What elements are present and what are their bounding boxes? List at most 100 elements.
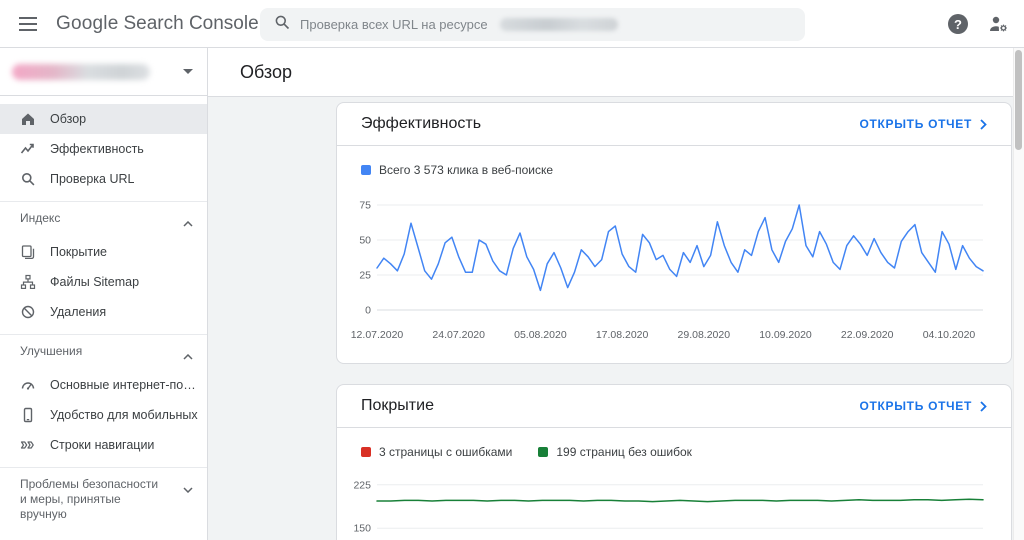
sidebar-item-label: Строки навигации xyxy=(50,438,154,452)
svg-text:29.08.2020: 29.08.2020 xyxy=(678,329,731,341)
sidebar-item-label: Эффективность xyxy=(50,142,144,156)
sitemap-icon xyxy=(20,274,36,290)
svg-text:25: 25 xyxy=(359,270,371,282)
coverage-card-body: 3 страницы с ошибками 199 страниц без оши… xyxy=(337,428,1011,540)
search-placeholder: Проверка всех URL на ресурсе xyxy=(300,17,488,32)
svg-text:04.10.2020: 04.10.2020 xyxy=(923,329,976,341)
web-vitals-icon xyxy=(20,377,36,393)
page-title: Обзор xyxy=(240,62,292,83)
sidebar-item-breadcrumbs[interactable]: Строки навигации xyxy=(0,430,207,460)
mobile-icon xyxy=(20,407,36,423)
performance-chart[interactable]: 0 25 50 75 12.07.2020 24.07.2020 05.08.2020 17.… xyxy=(349,192,987,349)
svg-text:50: 50 xyxy=(359,235,371,247)
search-icon xyxy=(274,14,290,35)
legend-item: 3 страницы с ошибками xyxy=(361,445,512,459)
performance-card-title: Эффективность xyxy=(361,115,481,133)
dropdown-caret-icon xyxy=(183,69,193,74)
url-inspect-icon xyxy=(20,171,36,187)
app-logo[interactable]: Google Search Console xyxy=(56,13,259,35)
topbar: Google Search Console Проверка всех URL … xyxy=(0,0,1024,48)
svg-text:225: 225 xyxy=(353,479,371,491)
coverage-card-title: Покрытие xyxy=(361,397,434,415)
svg-text:0: 0 xyxy=(365,305,371,317)
legend-label: Всего 3 573 клика в веб-поиске xyxy=(379,163,553,177)
sidebar-item-label: Обзор xyxy=(50,112,86,126)
sidebar-item-label: Основные интернет-показ... xyxy=(50,378,200,392)
legend-label: 3 страницы с ошибками xyxy=(379,445,512,459)
settings-account-icon[interactable] xyxy=(986,12,1010,36)
chevron-up-icon xyxy=(183,214,193,232)
legend-swatch xyxy=(361,447,371,457)
sidebar-item-coverage[interactable]: Покрытие xyxy=(0,237,207,267)
logo-product: Search Console xyxy=(123,13,258,35)
svg-text:12.07.2020: 12.07.2020 xyxy=(351,329,404,341)
performance-legend: Всего 3 573 клика в веб-поиске xyxy=(361,162,987,178)
redacted-property-name xyxy=(12,64,150,80)
scrollbar-thumb[interactable] xyxy=(1015,50,1022,150)
sidebar-item-url-inspect[interactable]: Проверка URL xyxy=(0,164,207,194)
help-icon[interactable]: ? xyxy=(948,14,968,34)
chevron-up-icon xyxy=(183,347,193,365)
sidebar-nav: Обзор Эффективность Проверка URL Индекс Покр… xyxy=(0,96,207,527)
performance-icon xyxy=(20,141,36,157)
open-report-label: ОТКРЫТЬ ОТЧЕТ xyxy=(859,399,972,413)
page-header: Обзор xyxy=(208,48,1024,97)
sidebar-item-sitemap[interactable]: Файлы Sitemap xyxy=(0,267,207,297)
sidebar-section-header[interactable]: Улучшения xyxy=(0,334,207,370)
open-report-label: ОТКРЫТЬ ОТЧЕТ xyxy=(859,117,972,131)
home-icon xyxy=(20,111,36,127)
svg-text:150: 150 xyxy=(353,523,371,535)
chevron-down-icon xyxy=(183,480,193,498)
chevron-right-icon xyxy=(980,401,987,412)
coverage-legend: 3 страницы с ошибками 199 страниц без оши… xyxy=(361,444,987,460)
legend-item: 199 страниц без ошибок xyxy=(538,445,692,459)
sidebar-item-web-vitals[interactable]: Основные интернет-показ... xyxy=(0,370,207,400)
svg-text:17.08.2020: 17.08.2020 xyxy=(596,329,649,341)
legend-swatch xyxy=(538,447,548,457)
sidebar-item-label: Файлы Sitemap xyxy=(50,275,139,289)
sidebar: Обзор Эффективность Проверка URL Индекс Покр… xyxy=(0,48,208,540)
chevron-right-icon xyxy=(980,119,987,130)
topbar-actions: ? xyxy=(948,0,1010,48)
legend-item: Всего 3 573 клика в веб-поиске xyxy=(361,163,553,177)
coverage-icon xyxy=(20,244,36,260)
coverage-card: Покрытие ОТКРЫТЬ ОТЧЕТ 3 страницы с ошиб… xyxy=(336,384,1012,540)
property-selector[interactable] xyxy=(0,48,207,96)
coverage-chart[interactable]: 225 150 xyxy=(349,474,987,540)
sidebar-section-label: Проблемы безопасности и меры, принятые в… xyxy=(20,477,158,522)
svg-text:24.07.2020: 24.07.2020 xyxy=(432,329,485,341)
open-report-link-performance[interactable]: ОТКРЫТЬ ОТЧЕТ xyxy=(859,117,987,131)
scrollbar[interactable] xyxy=(1013,48,1024,540)
svg-text:10.09.2020: 10.09.2020 xyxy=(759,329,812,341)
performance-card: Эффективность ОТКРЫТЬ ОТЧЕТ Всего 3 573 … xyxy=(336,102,1012,364)
menu-icon[interactable] xyxy=(16,12,40,36)
performance-card-body: Всего 3 573 клика в веб-поиске 0 25 50 75 12… xyxy=(337,146,1011,363)
url-inspection-search-input[interactable]: Проверка всех URL на ресурсе xyxy=(260,8,805,41)
sidebar-item-label: Проверка URL xyxy=(50,172,134,186)
svg-text:05.08.2020: 05.08.2020 xyxy=(514,329,567,341)
svg-text:75: 75 xyxy=(359,200,371,212)
removals-icon xyxy=(20,304,36,320)
sidebar-item-mobile[interactable]: Удобство для мобильных xyxy=(0,400,207,430)
main-content: Обзор Эффективность ОТКРЫТЬ ОТЧЕТ Всего … xyxy=(208,48,1024,540)
sidebar-item-home[interactable]: Обзор xyxy=(0,104,207,134)
sidebar-section-label: Улучшения xyxy=(20,344,82,359)
sidebar-item-performance[interactable]: Эффективность xyxy=(0,134,207,164)
redacted-property-url xyxy=(500,18,618,31)
coverage-card-header: Покрытие ОТКРЫТЬ ОТЧЕТ xyxy=(337,385,1011,428)
sidebar-section-label: Индекс xyxy=(20,211,60,226)
open-report-link-coverage[interactable]: ОТКРЫТЬ ОТЧЕТ xyxy=(859,399,987,413)
sidebar-item-removals[interactable]: Удаления xyxy=(0,297,207,327)
sidebar-section-header[interactable]: Проблемы безопасности и меры, принятые в… xyxy=(0,467,207,527)
sidebar-item-label: Покрытие xyxy=(50,245,107,259)
content-area: Эффективность ОТКРЫТЬ ОТЧЕТ Всего 3 573 … xyxy=(208,97,1024,540)
sidebar-section-header[interactable]: Индекс xyxy=(0,201,207,237)
sidebar-item-label: Удобство для мобильных xyxy=(50,408,198,422)
legend-swatch xyxy=(361,165,371,175)
performance-card-header: Эффективность ОТКРЫТЬ ОТЧЕТ xyxy=(337,103,1011,146)
svg-text:22.09.2020: 22.09.2020 xyxy=(841,329,894,341)
sidebar-item-label: Удаления xyxy=(50,305,106,319)
logo-google: Google xyxy=(56,13,118,35)
legend-label: 199 страниц без ошибок xyxy=(556,445,692,459)
breadcrumbs-icon xyxy=(20,437,36,453)
